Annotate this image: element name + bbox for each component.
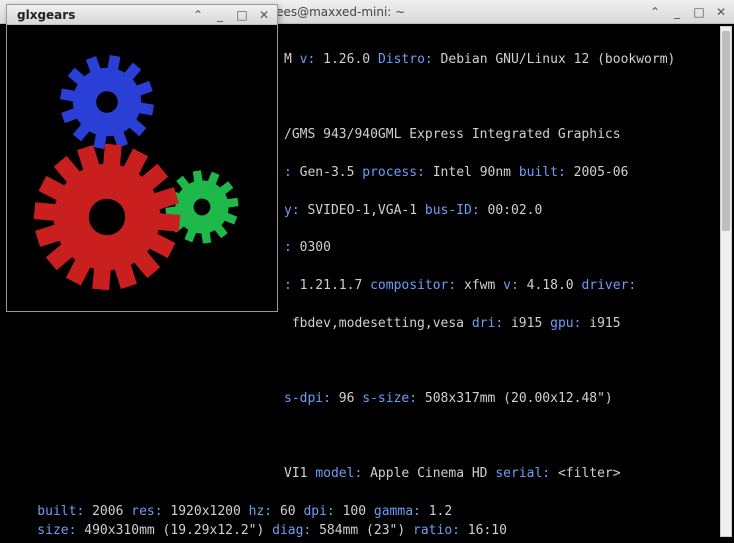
close-icon[interactable]: ✕ [257, 8, 271, 22]
term-text: 508x317mm (20.00x12.48") [417, 391, 613, 406]
term-key: res: [131, 504, 162, 519]
term-text: 16:10 [460, 523, 507, 538]
term-key: built: [519, 165, 566, 180]
maximize-icon[interactable]: □ [692, 5, 706, 19]
term-text: 584mm (23") [311, 523, 413, 538]
term-key: s-dpi: [284, 391, 331, 406]
term-key: model: [315, 466, 362, 481]
term-key: Distro: [378, 52, 433, 67]
term-key: dri: [472, 316, 503, 331]
term-text: SVIDEO-1,VGA-1 [300, 203, 425, 218]
term-key: : [284, 240, 292, 255]
maximize-icon[interactable]: □ [235, 8, 249, 22]
term-key: process: [362, 165, 425, 180]
term-text: <filter> [550, 466, 620, 481]
minimize-icon[interactable]: _ [213, 8, 227, 22]
term-key: v: [503, 278, 519, 293]
term-key: built: [6, 504, 84, 519]
term-text: 00:02.0 [480, 203, 543, 218]
term-key: y: [284, 203, 300, 218]
term-text: i915 [503, 316, 550, 331]
term-text: fbdev,modesetting,vesa [284, 316, 472, 331]
term-text: /GMS 943/940GML Express Integrated Graph… [284, 127, 621, 142]
scrollbar-thumb[interactable] [722, 31, 730, 231]
term-key: ratio: [413, 523, 460, 538]
term-text: 1.21.1.7 [292, 278, 370, 293]
blue-gear-icon [53, 48, 161, 156]
term-text: 2006 [84, 504, 131, 519]
term-key: s-size: [362, 391, 417, 406]
term-key: dpi: [303, 504, 334, 519]
term-text: 100 [335, 504, 374, 519]
term-key: compositor: [370, 278, 456, 293]
term-text: VI1 [284, 466, 315, 481]
term-key: gamma: [374, 504, 421, 519]
term-key: serial: [495, 466, 550, 481]
gears-svg [7, 25, 277, 311]
term-text: 1920x1200 [163, 504, 249, 519]
chevron-up-icon[interactable]: ⌃ [648, 5, 662, 19]
term-text: 1.26.0 [315, 52, 378, 67]
term-text: 0300 [292, 240, 331, 255]
term-key: : [284, 165, 292, 180]
scrollbar[interactable] [720, 26, 732, 537]
term-text: 4.18.0 [519, 278, 582, 293]
term-text: Apple Cinema HD [362, 466, 495, 481]
minimize-icon[interactable]: _ [670, 5, 684, 19]
term-text: 96 [331, 391, 362, 406]
term-text: M [284, 52, 300, 67]
term-text: Gen-3.5 [292, 165, 362, 180]
glxgears-titlebar[interactable]: glxgears ⌃ _ □ ✕ [7, 5, 277, 25]
term-key: diag: [272, 523, 311, 538]
term-text: Debian GNU/Linux 12 (bookworm) [433, 52, 676, 67]
term-text: 2005-06 [566, 165, 629, 180]
term-key: size: [6, 523, 76, 538]
glxgears-window: glxgears ⌃ _ □ ✕ [6, 4, 278, 312]
term-text: xfwm [456, 278, 503, 293]
term-key: hz: [249, 504, 272, 519]
close-icon[interactable]: ✕ [714, 5, 728, 19]
term-key: : [284, 278, 292, 293]
chevron-up-icon[interactable]: ⌃ [191, 8, 205, 22]
term-key: v: [300, 52, 316, 67]
term-key: bus-ID: [425, 203, 480, 218]
term-key: gpu: [550, 316, 581, 331]
term-text: i915 [581, 316, 620, 331]
green-gear-icon [161, 166, 243, 248]
red-gear-icon [28, 138, 186, 296]
term-text: 490x310mm (19.29x12.2") [76, 523, 272, 538]
term-text: 1.2 [421, 504, 452, 519]
glxgears-canvas [7, 25, 277, 311]
term-key: driver: [581, 278, 636, 293]
term-text: 60 [272, 504, 303, 519]
glxgears-title: glxgears [13, 8, 191, 22]
term-text: Intel 90nm [425, 165, 519, 180]
